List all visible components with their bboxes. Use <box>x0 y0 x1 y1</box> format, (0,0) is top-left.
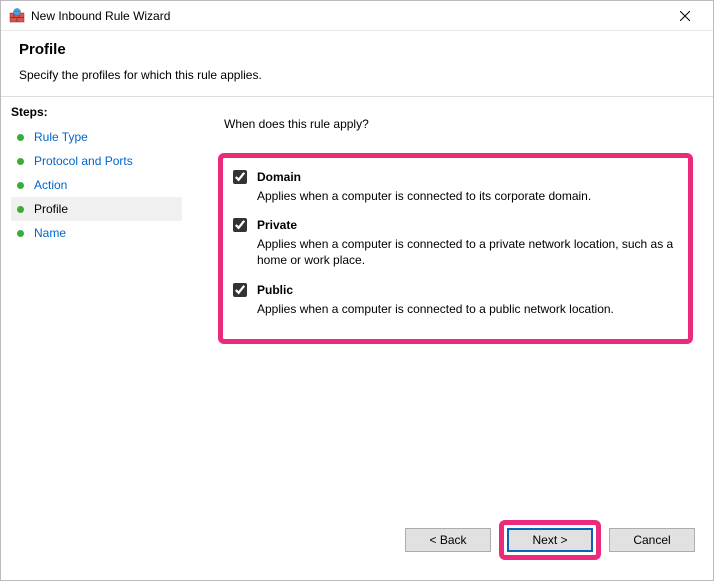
step-label: Action <box>34 178 67 192</box>
step-label: Profile <box>34 202 68 216</box>
option-public: Public Applies when a computer is connec… <box>233 283 674 317</box>
next-button[interactable]: Next > <box>507 528 593 552</box>
page-title: Profile <box>19 41 695 58</box>
step-name[interactable]: Name <box>11 221 182 245</box>
bullet-icon <box>17 230 24 237</box>
bullet-icon <box>17 134 24 141</box>
checkbox-private[interactable] <box>233 218 247 232</box>
step-profile[interactable]: Profile <box>11 197 182 221</box>
bullet-icon <box>17 158 24 165</box>
step-action[interactable]: Action <box>11 173 182 197</box>
titlebar: New Inbound Rule Wizard <box>1 1 713 31</box>
option-label: Domain <box>257 170 301 184</box>
page-subtitle: Specify the profiles for which this rule… <box>19 68 695 82</box>
steps-sidebar: Steps: Rule Type Protocol and Ports Acti… <box>1 97 192 574</box>
question-text: When does this rule apply? <box>224 117 693 131</box>
profiles-highlight: Domain Applies when a computer is connec… <box>218 153 693 344</box>
step-label: Rule Type <box>34 130 88 144</box>
option-desc: Applies when a computer is connected to … <box>257 301 674 317</box>
step-label: Name <box>34 226 66 240</box>
option-label: Public <box>257 283 293 297</box>
checkbox-public[interactable] <box>233 283 247 297</box>
step-protocol-and-ports[interactable]: Protocol and Ports <box>11 149 182 173</box>
wizard-header: Profile Specify the profiles for which t… <box>1 31 713 96</box>
bullet-icon <box>17 206 24 213</box>
option-desc: Applies when a computer is connected to … <box>257 188 674 204</box>
option-private: Private Applies when a computer is conne… <box>233 218 674 268</box>
option-desc: Applies when a computer is connected to … <box>257 236 674 268</box>
wizard-footer: < Back Next > Cancel <box>405 520 695 560</box>
main-panel: When does this rule apply? Domain Applie… <box>192 97 713 574</box>
window-title: New Inbound Rule Wizard <box>31 9 170 23</box>
option-label: Private <box>257 218 297 232</box>
close-button[interactable] <box>665 2 705 30</box>
firewall-icon <box>9 8 25 24</box>
checkbox-domain[interactable] <box>233 170 247 184</box>
step-label: Protocol and Ports <box>34 154 133 168</box>
bullet-icon <box>17 182 24 189</box>
close-icon <box>680 11 690 21</box>
next-highlight: Next > <box>499 520 601 560</box>
step-rule-type[interactable]: Rule Type <box>11 125 182 149</box>
cancel-button[interactable]: Cancel <box>609 528 695 552</box>
steps-heading: Steps: <box>11 105 182 119</box>
back-button[interactable]: < Back <box>405 528 491 552</box>
option-domain: Domain Applies when a computer is connec… <box>233 170 674 204</box>
